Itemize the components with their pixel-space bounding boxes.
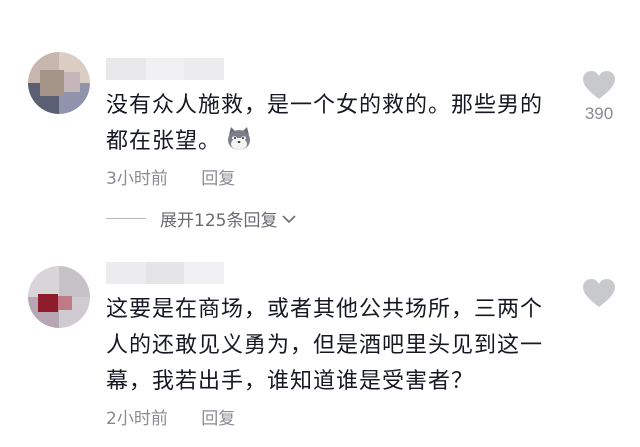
comment-text-line: 这要是在商场，或者其他公共场所，三两个: [106, 297, 544, 322]
reply-button[interactable]: 回复: [201, 409, 235, 429]
heart-icon: [583, 71, 615, 99]
like-button[interactable]: 390: [576, 70, 622, 124]
avatar[interactable]: [28, 266, 90, 328]
comment-time: 3小时前: [106, 169, 168, 189]
comment-text-line: 都在张望。: [106, 124, 550, 160]
comment-item: 这要是在商场，或者其他公共场所，三两个 人的还敢见义勇为，但是酒吧里头见到这一 …: [0, 240, 640, 447]
comment-item: 没有众人施救，是一个女的救的。那些男的 都在张望。 3小时前 回复 390 展开…: [0, 0, 640, 240]
comment-text-line: 没有众人施救，是一个女的救的。那些男的: [106, 93, 544, 118]
comment-time: 2小时前: [106, 409, 168, 429]
comment-text-line: 幕，我若出手，谁知道谁是受害者？: [106, 369, 475, 394]
expand-replies-button[interactable]: 展开125条回复: [106, 206, 297, 231]
comment-text: 没有众人施救，是一个女的救的。那些男的 都在张望。: [106, 88, 550, 160]
reply-button[interactable]: 回复: [201, 169, 235, 189]
comment-text-line: 人的还敢见义勇为，但是酒吧里头见到这一: [106, 333, 544, 358]
username[interactable]: [106, 262, 224, 284]
like-button[interactable]: [576, 278, 622, 308]
avatar[interactable]: [28, 52, 90, 114]
like-count: 390: [584, 104, 614, 123]
heart-icon: [583, 279, 615, 307]
expand-replies-label: 展开125条回复: [160, 211, 278, 231]
comment-text: 这要是在商场，或者其他公共场所，三两个 人的还敢见义勇为，但是酒吧里头见到这一 …: [106, 292, 550, 400]
comment-meta: 3小时前 回复: [106, 164, 235, 189]
chevron-down-icon: [282, 214, 297, 223]
divider: [106, 218, 146, 219]
comment-meta: 2小时前 回复: [106, 404, 235, 429]
cat-face-emoji-icon: [225, 125, 253, 153]
username[interactable]: [106, 58, 224, 80]
